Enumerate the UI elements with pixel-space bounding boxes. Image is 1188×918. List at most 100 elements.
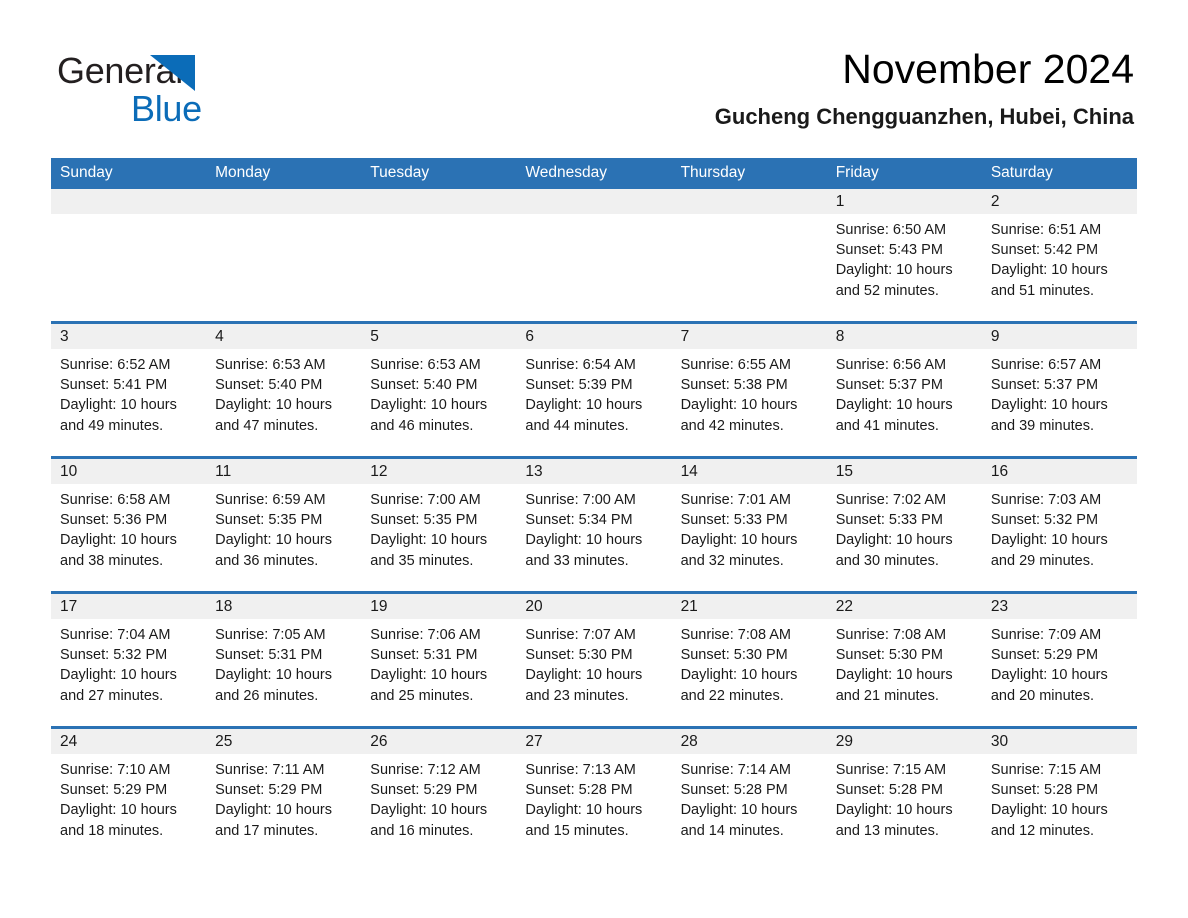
calendar-day-cell[interactable]: 25 Sunrise: 7:11 AM Sunset: 5:29 PM Dayligh… [206, 726, 362, 861]
weekday-header-tuesday: Tuesday [361, 158, 517, 189]
calendar-day-cell[interactable]: 20 Sunrise: 7:07 AM Sunset: 5:30 PM Dayligh… [516, 591, 672, 728]
daylight-text-line1: Daylight: 10 hours [990, 397, 1108, 414]
generalblue-logo[interactable]: General Blue [57, 50, 387, 129]
day-cell-details: Sunrise: 7:15 AM Sunset: 5:28 PM Daylight:… [827, 754, 982, 841]
calendar-day-cell[interactable]: 13 Sunrise: 7:00 AM Sunset: 5:34 PM Dayligh… [516, 456, 672, 593]
daylight-text-line1: Daylight: 10 hours [990, 262, 1108, 279]
date-band: 24 [51, 729, 207, 754]
daylight-text-line2: and 26 minutes. [215, 687, 319, 704]
day-cell-details: Sunrise: 7:04 AM Sunset: 5:32 PM Daylight:… [51, 619, 206, 706]
day-cell-details: Sunrise: 7:00 AM Sunset: 5:34 PM Daylight:… [516, 484, 671, 571]
day-cell: 9 Sunrise: 6:57 AM Sunset: 5:37 PM Daylight… [981, 324, 1137, 456]
daylight-text-line1: Daylight: 10 hours [215, 667, 333, 684]
daylight-text-line2: and 18 minutes. [60, 822, 164, 839]
daylight-text-line1: Daylight: 10 hours [835, 802, 953, 819]
daylight-text-line2: and 15 minutes. [525, 822, 629, 839]
day-cell: 30 Sunrise: 7:15 AM Sunset: 5:28 PM Dayligh… [981, 729, 1137, 861]
day-cell: 8 Sunrise: 6:56 AM Sunset: 5:37 PM Daylight… [826, 324, 982, 456]
daylight-text-line1: Daylight: 10 hours [525, 667, 643, 684]
sunset-text: Sunset: 5:28 PM [680, 782, 788, 799]
sunset-text: Sunset: 5:35 PM [215, 512, 323, 529]
logo-text-blue: Blue [131, 88, 202, 129]
calendar-day-cell[interactable]: 11 Sunrise: 6:59 AM Sunset: 5:35 PM Dayligh… [206, 456, 362, 593]
calendar-day-cell[interactable]: 14 Sunrise: 7:01 AM Sunset: 5:33 PM Dayligh… [671, 456, 827, 593]
calendar-day-cell[interactable]: 3 Sunrise: 6:52 AM Sunset: 5:41 PM Daylight… [51, 321, 207, 458]
date-band: 1 [826, 189, 982, 214]
date-band [671, 189, 827, 214]
date-band: 18 [206, 594, 362, 619]
calendar-day-cell[interactable]: 21 Sunrise: 7:08 AM Sunset: 5:30 PM Dayligh… [671, 591, 827, 728]
calendar-week-row: 10 Sunrise: 6:58 AM Sunset: 5:36 PM Dayligh… [51, 456, 1137, 593]
calendar-day-cell[interactable]: 17 Sunrise: 7:04 AM Sunset: 5:32 PM Dayligh… [51, 591, 207, 728]
sunrise-text: Sunrise: 7:15 AM [835, 762, 947, 778]
sunset-text: Sunset: 5:35 PM [370, 512, 478, 529]
day-cell: 26 Sunrise: 7:12 AM Sunset: 5:29 PM Dayligh… [361, 729, 517, 861]
daylight-text-line2: and 39 minutes. [990, 417, 1095, 434]
date-number: 1 [835, 193, 845, 210]
day-cell-empty [51, 189, 207, 321]
daylight-text-line1: Daylight: 10 hours [680, 397, 798, 414]
sunset-text: Sunset: 5:31 PM [215, 647, 323, 664]
day-cell-details: Sunrise: 7:03 AM Sunset: 5:32 PM Daylight:… [982, 484, 1137, 571]
calendar-day-cell[interactable]: 10 Sunrise: 6:58 AM Sunset: 5:36 PM Dayligh… [51, 456, 207, 593]
date-band: 15 [826, 459, 982, 484]
date-band: 8 [826, 324, 982, 349]
day-cell-details: Sunrise: 6:53 AM Sunset: 5:40 PM Daylight:… [361, 349, 516, 436]
calendar-day-cell[interactable]: 9 Sunrise: 6:57 AM Sunset: 5:37 PM Daylight… [981, 321, 1137, 458]
sunset-text: Sunset: 5:42 PM [990, 242, 1099, 259]
calendar-day-cell[interactable]: 15 Sunrise: 7:02 AM Sunset: 5:33 PM Dayligh… [826, 456, 982, 593]
page-subtitle: Gucheng Chengguanzhen, Hubei, China [714, 104, 1134, 129]
calendar-day-cell[interactable]: 22 Sunrise: 7:08 AM Sunset: 5:30 PM Dayligh… [826, 591, 982, 728]
date-band: 17 [51, 594, 207, 619]
calendar-day-cell[interactable]: 23 Sunrise: 7:09 AM Sunset: 5:29 PM Dayligh… [981, 591, 1137, 728]
daylight-text-line1: Daylight: 10 hours [60, 397, 177, 414]
day-cell: 7 Sunrise: 6:55 AM Sunset: 5:38 PM Daylight… [671, 324, 827, 456]
calendar-page: General Blue November 2024 Gucheng Cheng… [0, 0, 1188, 918]
calendar-day-cell[interactable]: 4 Sunrise: 6:53 AM Sunset: 5:40 PM Daylight… [206, 321, 362, 458]
sunrise-text: Sunrise: 7:08 AM [835, 627, 947, 643]
day-cell: 17 Sunrise: 7:04 AM Sunset: 5:32 PM Dayligh… [51, 594, 207, 726]
sunrise-text: Sunrise: 7:03 AM [990, 492, 1102, 508]
calendar-day-cell[interactable]: 12 Sunrise: 7:00 AM Sunset: 5:35 PM Dayligh… [361, 456, 517, 593]
date-number: 2 [990, 193, 1000, 210]
calendar-day-cell[interactable]: 26 Sunrise: 7:12 AM Sunset: 5:29 PM Dayligh… [361, 726, 517, 861]
day-cell: 27 Sunrise: 7:13 AM Sunset: 5:28 PM Dayligh… [516, 729, 672, 861]
day-cell-details: Sunrise: 7:01 AM Sunset: 5:33 PM Daylight:… [672, 484, 827, 571]
calendar-day-cell[interactable]: 1 Sunrise: 6:50 AM Sunset: 5:43 PM Daylight… [826, 189, 982, 323]
day-cell: 20 Sunrise: 7:07 AM Sunset: 5:30 PM Dayligh… [516, 594, 672, 726]
date-number: 6 [525, 328, 535, 345]
date-band [516, 189, 672, 214]
calendar-day-cell[interactable]: 16 Sunrise: 7:03 AM Sunset: 5:32 PM Dayligh… [981, 456, 1137, 593]
sunrise-text: Sunrise: 6:56 AM [835, 357, 947, 373]
day-cell-details: Sunrise: 7:05 AM Sunset: 5:31 PM Daylight:… [206, 619, 361, 706]
daylight-text-line2: and 21 minutes. [835, 687, 939, 704]
calendar-day-cell[interactable]: 28 Sunrise: 7:14 AM Sunset: 5:28 PM Dayligh… [671, 726, 827, 861]
daylight-text-line2: and 16 minutes. [370, 822, 474, 839]
calendar-day-cell[interactable]: 29 Sunrise: 7:15 AM Sunset: 5:28 PM Dayligh… [826, 726, 982, 861]
calendar-day-cell[interactable]: 2 Sunrise: 6:51 AM Sunset: 5:42 PM Daylight… [981, 189, 1137, 323]
weekday-header-row: Sunday Monday Tuesday Wednesday Thursday… [51, 158, 1137, 189]
calendar-day-cell[interactable]: 5 Sunrise: 6:53 AM Sunset: 5:40 PM Daylight… [361, 321, 517, 458]
date-number: 18 [215, 598, 233, 615]
calendar-day-cell[interactable]: 7 Sunrise: 6:55 AM Sunset: 5:38 PM Daylight… [671, 321, 827, 458]
day-cell-details: Sunrise: 6:58 AM Sunset: 5:36 PM Daylight:… [51, 484, 206, 571]
date-number: 15 [835, 463, 853, 480]
day-cell: 22 Sunrise: 7:08 AM Sunset: 5:30 PM Dayligh… [826, 594, 982, 726]
calendar-day-cell[interactable]: 19 Sunrise: 7:06 AM Sunset: 5:31 PM Dayligh… [361, 591, 517, 728]
calendar-day-cell[interactable]: 24 Sunrise: 7:10 AM Sunset: 5:29 PM Dayligh… [51, 726, 207, 861]
date-number: 7 [680, 328, 690, 345]
daylight-text-line2: and 22 minutes. [680, 687, 784, 704]
calendar-day-cell[interactable]: 18 Sunrise: 7:05 AM Sunset: 5:31 PM Dayligh… [206, 591, 362, 728]
calendar-day-cell[interactable]: 30 Sunrise: 7:15 AM Sunset: 5:28 PM Dayligh… [981, 726, 1137, 861]
day-cell-details: Sunrise: 6:51 AM Sunset: 5:42 PM Daylight:… [982, 214, 1137, 301]
sunset-text: Sunset: 5:32 PM [60, 647, 168, 664]
daylight-text-line1: Daylight: 10 hours [370, 532, 488, 549]
calendar-day-cell[interactable]: 6 Sunrise: 6:54 AM Sunset: 5:39 PM Daylight… [516, 321, 672, 458]
calendar-day-cell[interactable]: 8 Sunrise: 6:56 AM Sunset: 5:37 PM Daylight… [826, 321, 982, 458]
weekday-header-saturday: Saturday [981, 158, 1137, 189]
daylight-text-line1: Daylight: 10 hours [835, 532, 953, 549]
calendar-day-cell[interactable]: 27 Sunrise: 7:13 AM Sunset: 5:28 PM Dayligh… [516, 726, 672, 861]
day-cell-details [516, 214, 671, 220]
day-cell: 10 Sunrise: 6:58 AM Sunset: 5:36 PM Dayligh… [51, 459, 207, 591]
weekday-header-thursday: Thursday [671, 158, 827, 189]
